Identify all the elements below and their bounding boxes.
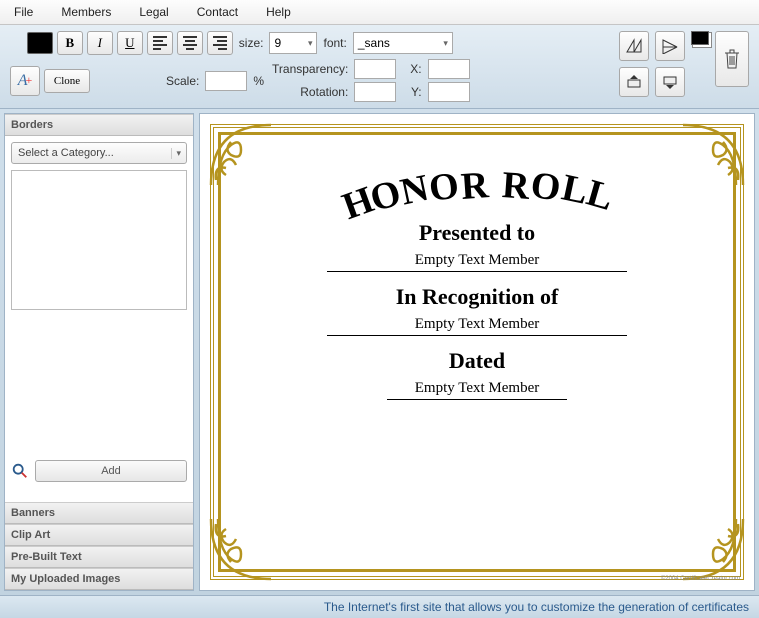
- bold-button[interactable]: B: [57, 31, 83, 55]
- flip-v-button[interactable]: [655, 31, 685, 61]
- text-style-button[interactable]: A+: [10, 66, 40, 96]
- accordion-prebuilt[interactable]: Pre-Built Text: [5, 546, 193, 568]
- rotation-input[interactable]: [354, 82, 396, 102]
- delete-button[interactable]: [715, 31, 749, 87]
- x-label: X:: [408, 62, 423, 76]
- accordion-banners[interactable]: Banners: [5, 502, 193, 524]
- size-label: size:: [237, 36, 266, 50]
- flip-v-icon: [661, 38, 679, 54]
- menu-members[interactable]: Members: [47, 2, 125, 22]
- canvas[interactable]: HONOR ROLL Presented to Empty Text Membe…: [199, 113, 755, 591]
- size-select[interactable]: 9: [269, 32, 317, 54]
- align-left-button[interactable]: [147, 31, 173, 55]
- x-input[interactable]: [428, 59, 470, 79]
- menu-contact[interactable]: Contact: [183, 2, 252, 22]
- layer-down-icon: [661, 74, 679, 90]
- bring-forward-button[interactable]: [619, 67, 649, 97]
- footer: The Internet's first site that allows yo…: [0, 595, 759, 618]
- sidebar: Borders Select a Category... Add Banners…: [4, 113, 194, 591]
- cert-name-field[interactable]: Empty Text Member: [327, 252, 627, 272]
- category-select[interactable]: Select a Category...: [11, 142, 187, 164]
- flip-h-icon: [625, 38, 643, 54]
- zoom-icon[interactable]: [11, 462, 29, 480]
- clone-button[interactable]: Clone: [44, 69, 90, 93]
- scale-unit: %: [251, 74, 266, 88]
- font-select[interactable]: _sans: [353, 32, 453, 54]
- italic-button[interactable]: I: [87, 31, 113, 55]
- cert-recognition[interactable]: In Recognition of: [396, 284, 559, 310]
- menu-file[interactable]: File: [0, 2, 47, 22]
- transparency-label: Transparency:: [270, 62, 350, 76]
- cert-dated[interactable]: Dated: [449, 348, 505, 374]
- menu-help[interactable]: Help: [252, 2, 305, 22]
- scale-label: Scale:: [164, 74, 201, 88]
- menu-legal[interactable]: Legal: [125, 2, 182, 22]
- y-label: Y:: [409, 85, 424, 99]
- align-center-button[interactable]: [177, 31, 203, 55]
- text-color-swatch[interactable]: [27, 32, 53, 54]
- accordion-borders[interactable]: Borders: [5, 114, 193, 136]
- scale-input[interactable]: [205, 71, 247, 91]
- underline-button[interactable]: U: [117, 31, 143, 55]
- align-right-button[interactable]: [207, 31, 233, 55]
- cert-reason-field[interactable]: Empty Text Member: [327, 316, 627, 336]
- rotation-label: Rotation:: [298, 85, 350, 99]
- cert-presented-to[interactable]: Presented to: [419, 220, 535, 246]
- cert-title[interactable]: HONOR ROLL: [337, 164, 618, 208]
- toolbar: B I U size: 9 font: _sans A+ Clone Scale…: [0, 25, 759, 109]
- menubar: File Members Legal Contact Help: [0, 0, 759, 25]
- flip-h-button[interactable]: [619, 31, 649, 61]
- accordion-clipart[interactable]: Clip Art: [5, 524, 193, 546]
- layer-up-icon: [625, 74, 643, 90]
- borders-panel: Select a Category... Add: [5, 136, 193, 502]
- send-backward-button[interactable]: [655, 67, 685, 97]
- y-input[interactable]: [428, 82, 470, 102]
- bg-color-swatch[interactable]: [691, 31, 709, 45]
- trash-icon: [722, 48, 742, 70]
- certificate[interactable]: HONOR ROLL Presented to Empty Text Membe…: [199, 113, 755, 591]
- watermark: ©2004 CertificateCreator.com: [661, 576, 740, 582]
- cert-date-field[interactable]: Empty Text Member: [387, 380, 567, 400]
- transparency-input[interactable]: [354, 59, 396, 79]
- accordion-uploaded[interactable]: My Uploaded Images: [5, 568, 193, 590]
- border-listbox[interactable]: [11, 170, 187, 310]
- font-label: font:: [321, 36, 348, 50]
- add-button[interactable]: Add: [35, 460, 187, 482]
